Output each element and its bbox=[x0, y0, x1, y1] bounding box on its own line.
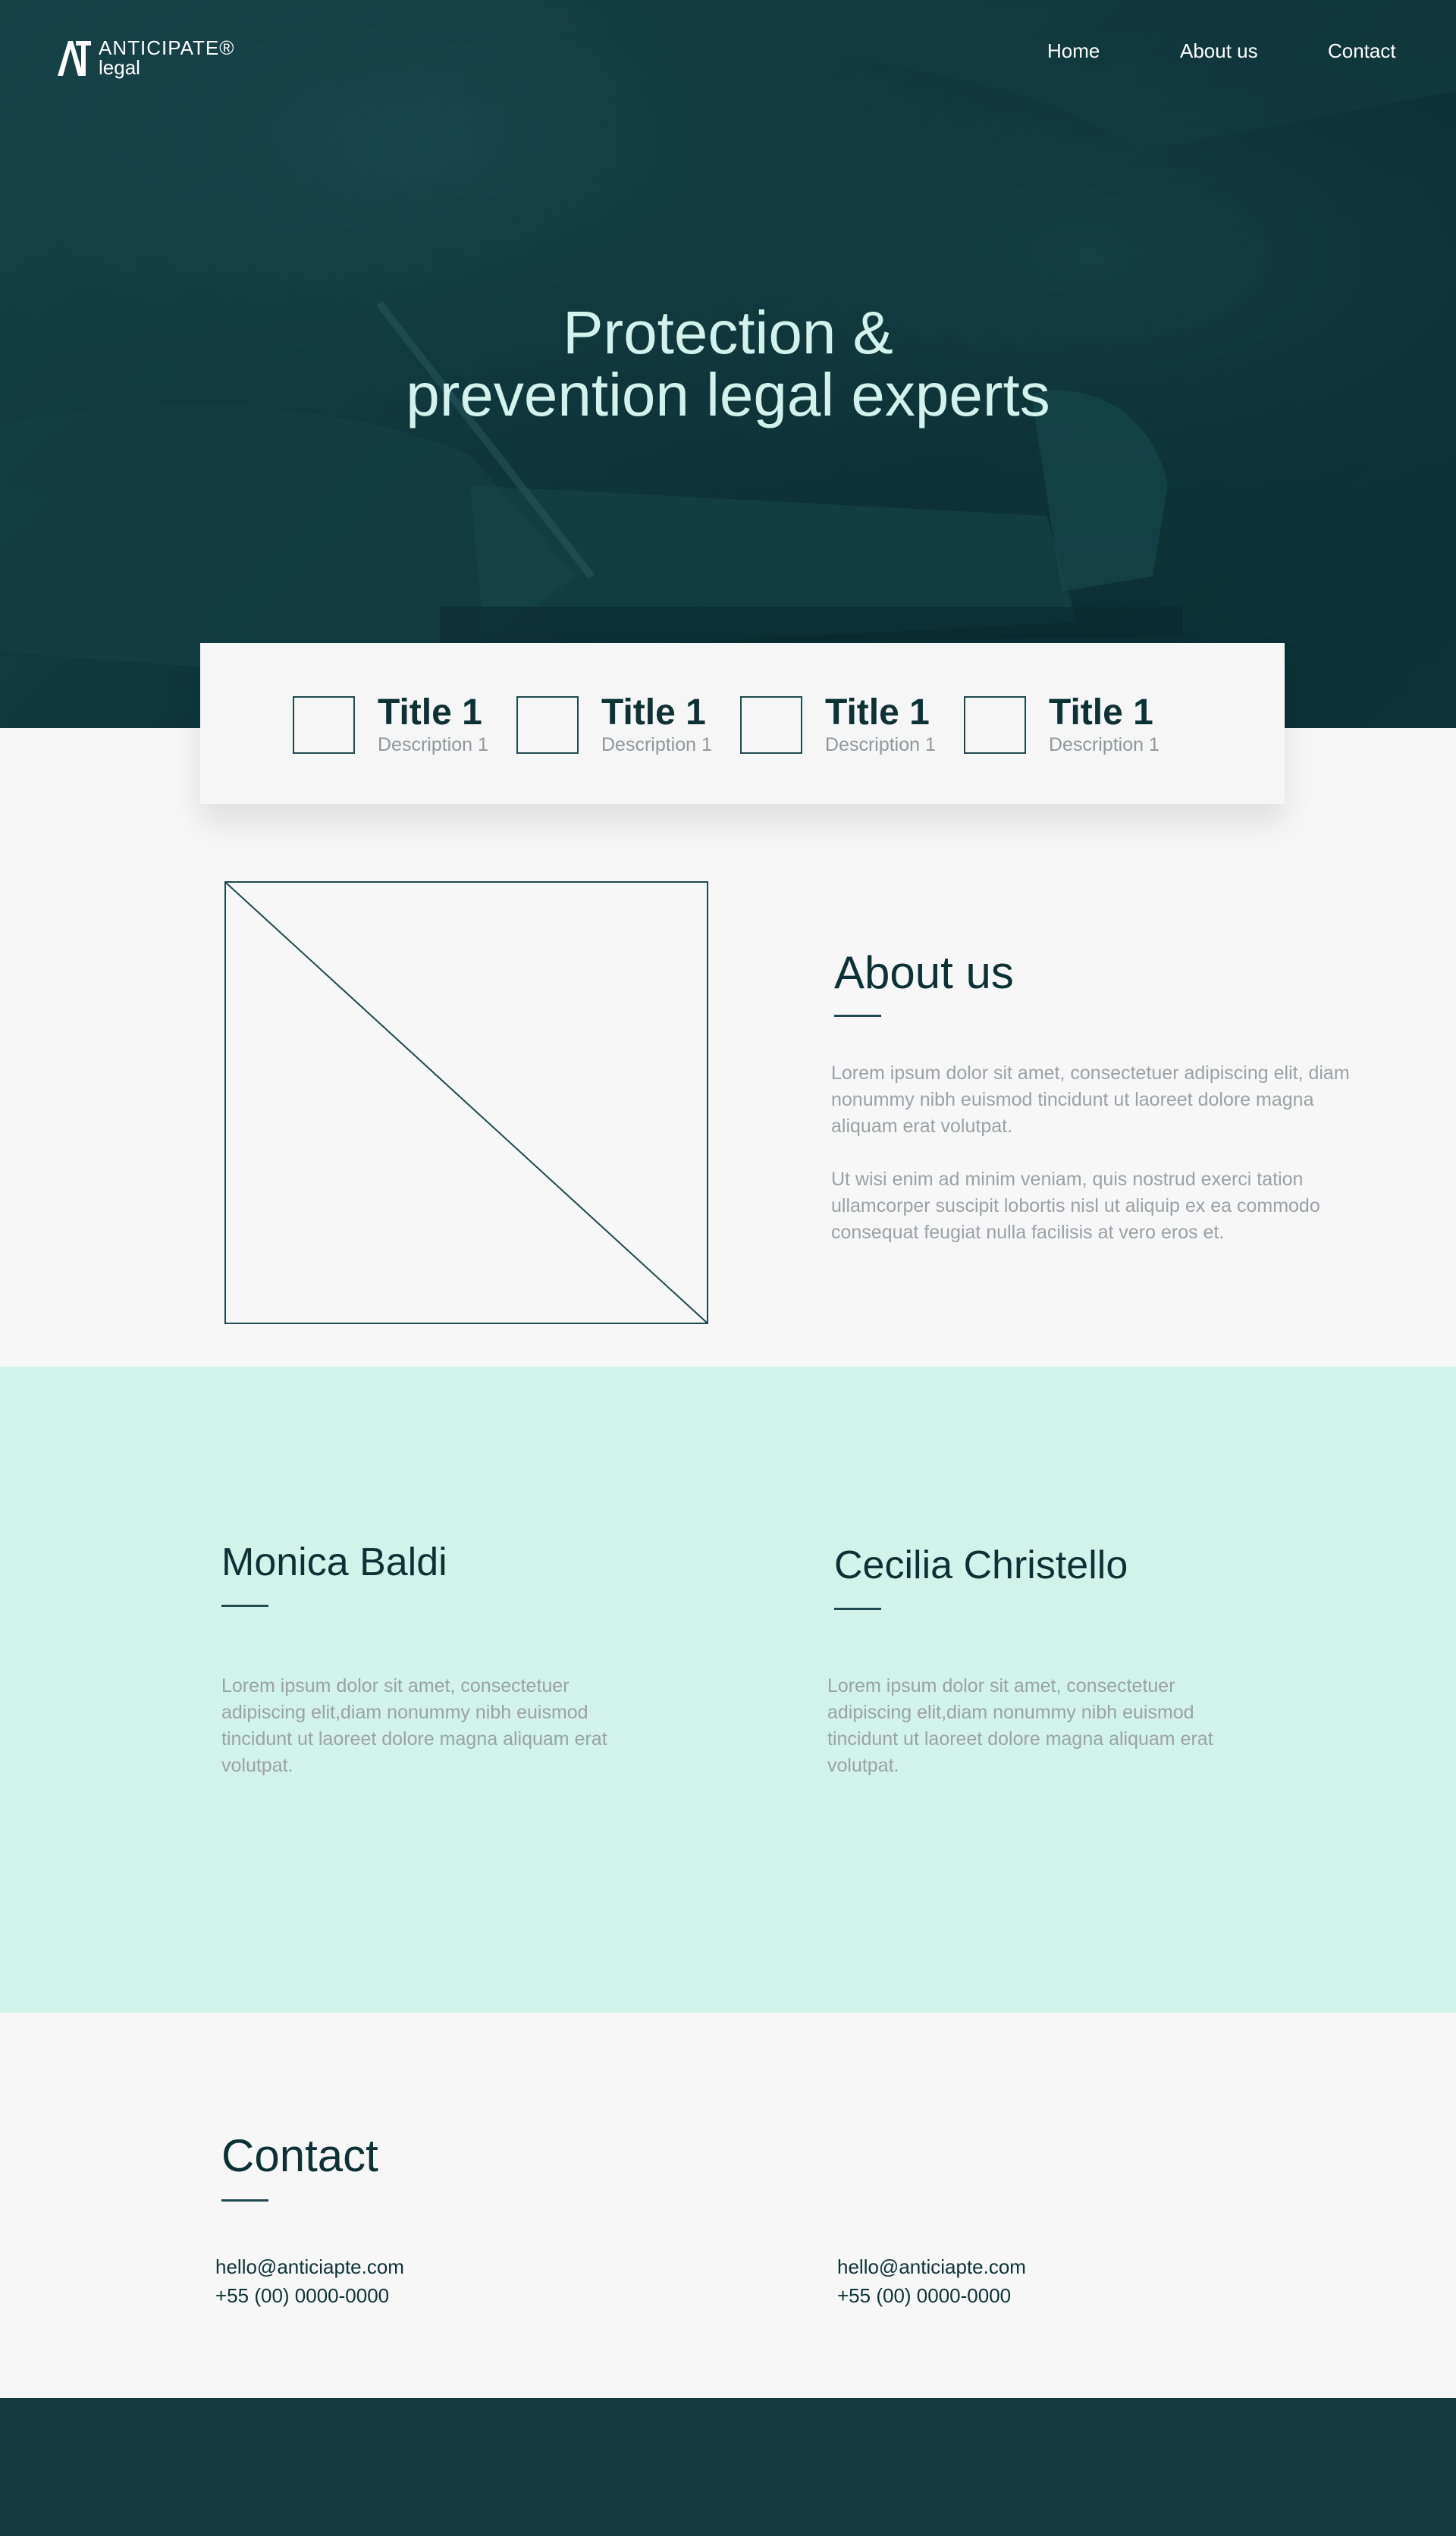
hero-title: Protection & prevention legal experts bbox=[0, 302, 1456, 426]
about-title-underline bbox=[834, 1015, 881, 1017]
feature-title: Title 1 bbox=[825, 692, 930, 733]
member-bio: Lorem ipsum dolor sit amet, consectetuer… bbox=[221, 1675, 607, 1776]
logo-wordmark: ANTICIPATE® bbox=[99, 36, 235, 59]
feature-title: Title 1 bbox=[1049, 692, 1153, 733]
member-name: Monica Baldi bbox=[221, 1540, 447, 1584]
feature-description: Description 1 bbox=[1049, 734, 1159, 755]
about-title: About us bbox=[834, 947, 1014, 998]
nav-link-contact[interactable]: Contact bbox=[1328, 39, 1396, 63]
contact-phone: +55 (00) 0000-0000 bbox=[215, 2284, 390, 2307]
logo-mark-icon bbox=[58, 41, 91, 76]
hero-title-line-2: prevention legal experts bbox=[406, 361, 1050, 428]
feature-description: Description 1 bbox=[378, 734, 488, 755]
nav-link-home[interactable]: Home bbox=[1047, 39, 1100, 63]
feature-title: Title 1 bbox=[601, 692, 706, 733]
nav-link-about-us[interactable]: About us bbox=[1180, 39, 1258, 63]
member-name-underline bbox=[221, 1605, 268, 1607]
about-image-placeholder bbox=[224, 881, 708, 1324]
contact-title: Contact bbox=[221, 2130, 378, 2181]
feature-icon-placeholder bbox=[740, 696, 802, 754]
footer bbox=[0, 2398, 1456, 2536]
feature-icon-placeholder bbox=[964, 696, 1026, 754]
feature-description: Description 1 bbox=[601, 734, 712, 755]
about-paragraph: Lorem ipsum dolor sit amet, consectetuer… bbox=[831, 1062, 1350, 1137]
feature-item: Title 1 Description 1 bbox=[740, 692, 952, 757]
feature-description: Description 1 bbox=[825, 734, 936, 755]
member-bio: Lorem ipsum dolor sit amet, consectetuer… bbox=[827, 1675, 1213, 1776]
member-name: Cecilia Christello bbox=[834, 1543, 1128, 1587]
logo-subword: legal bbox=[99, 56, 140, 79]
about-paragraph: Ut wisi enim ad minim veniam, quis nostr… bbox=[831, 1169, 1320, 1243]
contact-title-underline bbox=[221, 2199, 268, 2202]
brand-logo[interactable]: ANTICIPATE® legal bbox=[56, 38, 234, 77]
hero-section: ANTICIPATE® legal Home About us Contact … bbox=[0, 0, 1456, 728]
member-name-underline bbox=[834, 1608, 881, 1610]
image-placeholder-icon bbox=[226, 883, 707, 1323]
hero-title-line-1: Protection & bbox=[563, 299, 893, 366]
contact-phone: +55 (00) 0000-0000 bbox=[837, 2284, 1012, 2307]
contact-email-link[interactable]: hello@anticiapte.com bbox=[837, 2252, 1026, 2281]
contact-email-link[interactable]: hello@anticiapte.com bbox=[215, 2252, 404, 2281]
feature-item: Title 1 Description 1 bbox=[964, 692, 1176, 757]
feature-icon-placeholder bbox=[293, 696, 355, 754]
feature-icon-placeholder bbox=[516, 696, 579, 754]
team-section: Monica Baldi Lorem ipsum dolor sit amet,… bbox=[0, 1367, 1456, 2013]
features-card: Title 1 Description 1 Title 1 Descriptio… bbox=[200, 643, 1285, 804]
feature-title: Title 1 bbox=[378, 692, 482, 733]
feature-item: Title 1 Description 1 bbox=[293, 692, 505, 757]
feature-item: Title 1 Description 1 bbox=[516, 692, 729, 757]
